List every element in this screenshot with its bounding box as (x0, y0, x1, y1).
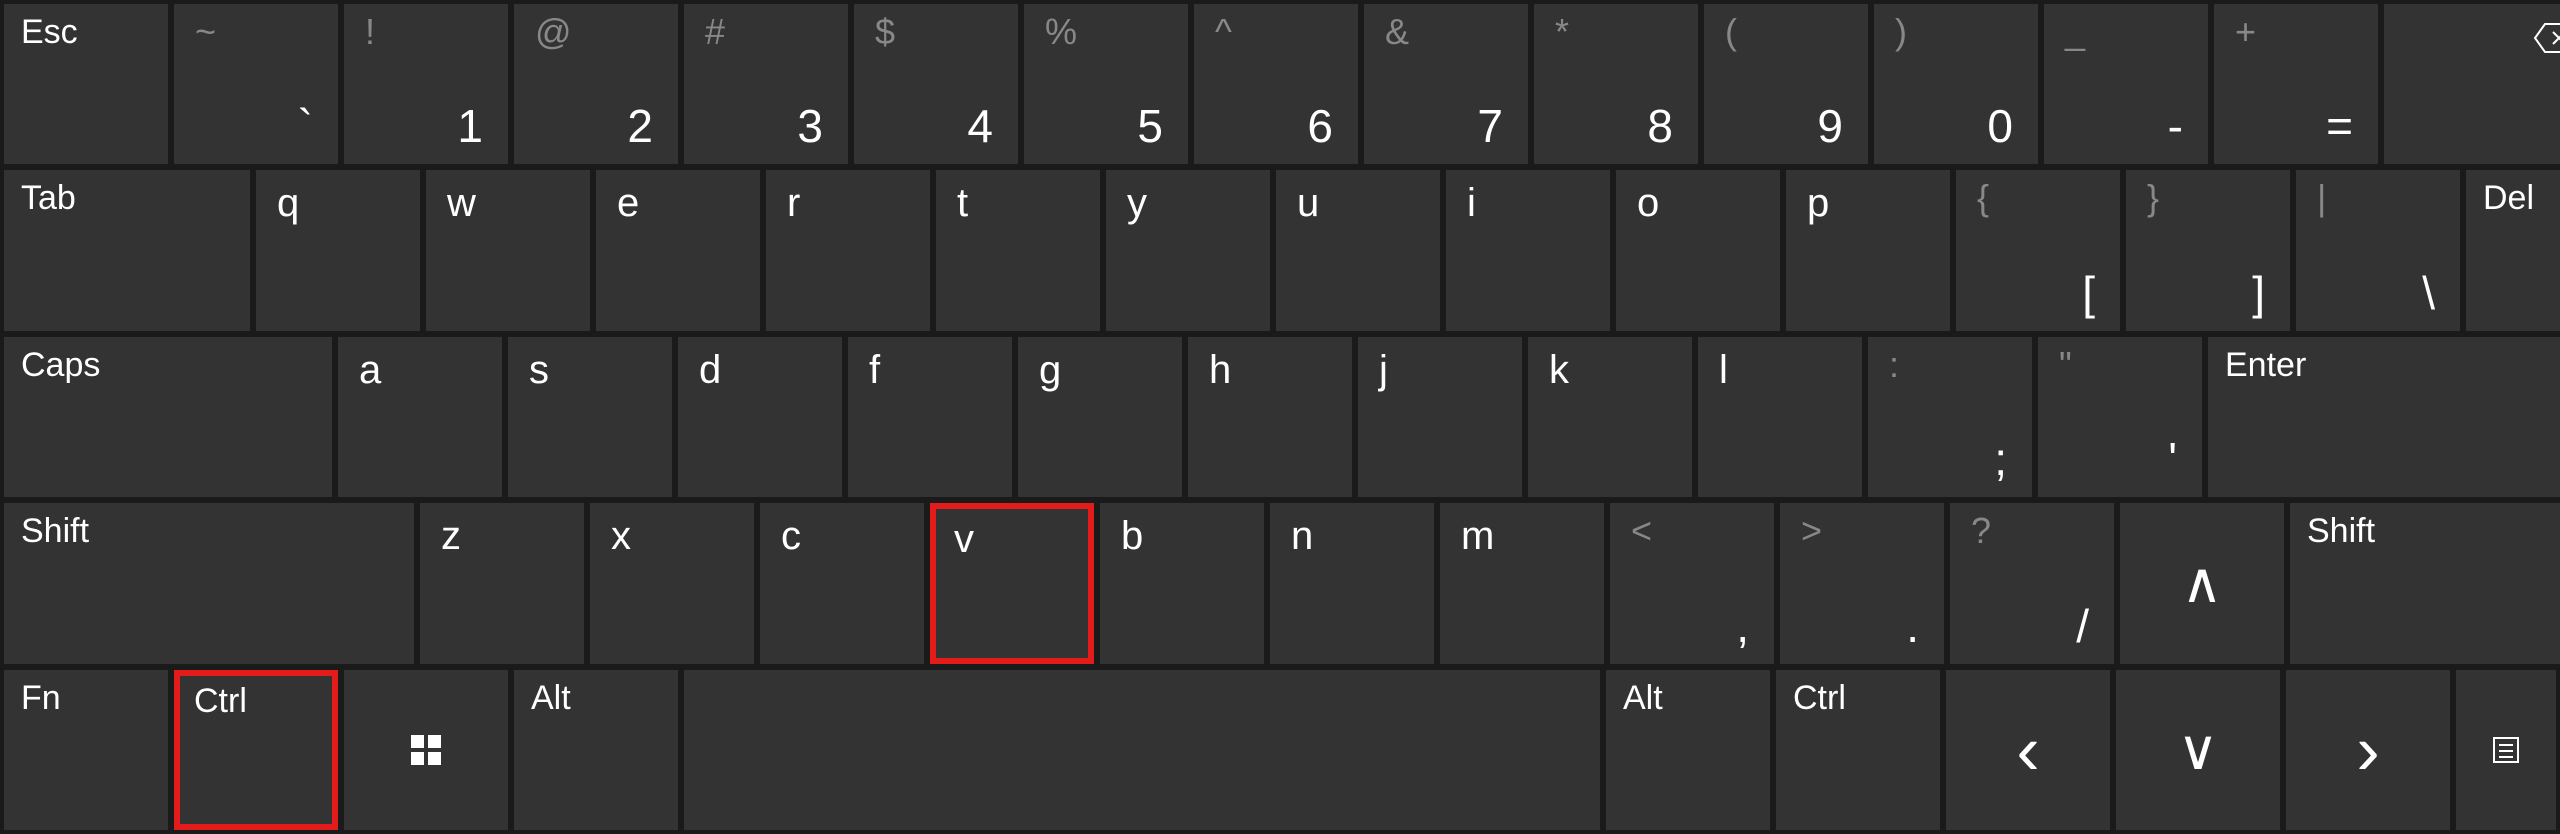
menu-key[interactable] (2456, 670, 2556, 830)
digit-5-key[interactable]: % 5 (1024, 4, 1188, 164)
esc-key[interactable]: Esc (4, 4, 168, 164)
g-key[interactable]: g (1018, 337, 1182, 497)
p-key[interactable]: p (1786, 170, 1950, 330)
slash-key[interactable]: ? / (1950, 503, 2114, 663)
s-key[interactable]: s (508, 337, 672, 497)
on-screen-keyboard: Esc ~ ` ! 1 @ 2 # 3 $ 4 % 5 ^ 6 (0, 0, 2560, 834)
digit-2-key[interactable]: @ 2 (514, 4, 678, 164)
h-key[interactable]: h (1188, 337, 1352, 497)
arrow-left-key[interactable] (1946, 670, 2110, 830)
comma-key[interactable]: < , (1610, 503, 1774, 663)
f-key[interactable]: f (848, 337, 1012, 497)
right-ctrl-key[interactable]: Ctrl (1776, 670, 1940, 830)
u-key[interactable]: u (1276, 170, 1440, 330)
arrow-right-key[interactable] (2286, 670, 2450, 830)
x-key[interactable]: x (590, 503, 754, 663)
keyboard-row-3: Caps a s d f g h j k l : ; " ' Enter (4, 337, 2556, 497)
left-ctrl-key[interactable]: Ctrl (174, 670, 338, 830)
tab-key[interactable]: Tab (4, 170, 250, 330)
z-key[interactable]: z (420, 503, 584, 663)
right-shift-key[interactable]: Shift (2290, 503, 2560, 663)
i-key[interactable]: i (1446, 170, 1610, 330)
o-key[interactable]: o (1616, 170, 1780, 330)
keyboard-row-5: Fn Ctrl Alt Alt Ctrl (4, 670, 2556, 830)
period-key[interactable]: > . (1780, 503, 1944, 663)
windows-key[interactable] (344, 670, 508, 830)
right-alt-key[interactable]: Alt (1606, 670, 1770, 830)
backspace-key[interactable] (2384, 4, 2560, 164)
enter-key[interactable]: Enter (2208, 337, 2560, 497)
keyboard-row-4: Shift z x c v b n m < , > . ? / Shift (4, 503, 2556, 663)
chevron-right-icon (2356, 715, 2379, 785)
backtick-key[interactable]: ~ ` (174, 4, 338, 164)
backslash-key[interactable]: | \ (2296, 170, 2460, 330)
m-key[interactable]: m (1440, 503, 1604, 663)
digit-4-key[interactable]: $ 4 (854, 4, 1018, 164)
digit-9-key[interactable]: ( 9 (1704, 4, 1868, 164)
left-bracket-key[interactable]: { [ (1956, 170, 2120, 330)
digit-6-key[interactable]: ^ 6 (1194, 4, 1358, 164)
t-key[interactable]: t (936, 170, 1100, 330)
fn-key[interactable]: Fn (4, 670, 168, 830)
caps-lock-key[interactable]: Caps (4, 337, 332, 497)
y-key[interactable]: y (1106, 170, 1270, 330)
esc-label: Esc (21, 13, 78, 52)
j-key[interactable]: j (1358, 337, 1522, 497)
quote-key[interactable]: " ' (2038, 337, 2202, 497)
semicolon-key[interactable]: : ; (1868, 337, 2032, 497)
arrow-up-key[interactable] (2120, 503, 2284, 663)
v-key[interactable]: v (930, 503, 1094, 663)
keyboard-row-1: Esc ~ ` ! 1 @ 2 # 3 $ 4 % 5 ^ 6 (4, 4, 2556, 164)
w-key[interactable]: w (426, 170, 590, 330)
delete-key[interactable]: Del (2466, 170, 2560, 330)
c-key[interactable]: c (760, 503, 924, 663)
a-key[interactable]: a (338, 337, 502, 497)
chevron-down-icon (2178, 722, 2219, 778)
windows-icon (411, 735, 441, 765)
digit-0-key[interactable]: ) 0 (1874, 4, 2038, 164)
backspace-icon (2533, 21, 2560, 53)
right-bracket-key[interactable]: } ] (2126, 170, 2290, 330)
digit-7-key[interactable]: & 7 (1364, 4, 1528, 164)
left-shift-key[interactable]: Shift (4, 503, 414, 663)
q-key[interactable]: q (256, 170, 420, 330)
e-key[interactable]: e (596, 170, 760, 330)
digit-3-key[interactable]: # 3 (684, 4, 848, 164)
space-key[interactable] (684, 670, 1600, 830)
minus-key[interactable]: _ - (2044, 4, 2208, 164)
r-key[interactable]: r (766, 170, 930, 330)
arrow-down-key[interactable] (2116, 670, 2280, 830)
menu-icon (2493, 737, 2519, 763)
chevron-up-icon (2182, 555, 2223, 611)
n-key[interactable]: n (1270, 503, 1434, 663)
digit-8-key[interactable]: * 8 (1534, 4, 1698, 164)
l-key[interactable]: l (1698, 337, 1862, 497)
keyboard-row-2: Tab q w e r t y u i o p { [ } ] | \ Del (4, 170, 2556, 330)
d-key[interactable]: d (678, 337, 842, 497)
b-key[interactable]: b (1100, 503, 1264, 663)
equals-key[interactable]: + = (2214, 4, 2378, 164)
digit-1-key[interactable]: ! 1 (344, 4, 508, 164)
k-key[interactable]: k (1528, 337, 1692, 497)
left-alt-key[interactable]: Alt (514, 670, 678, 830)
chevron-left-icon (2016, 715, 2039, 785)
